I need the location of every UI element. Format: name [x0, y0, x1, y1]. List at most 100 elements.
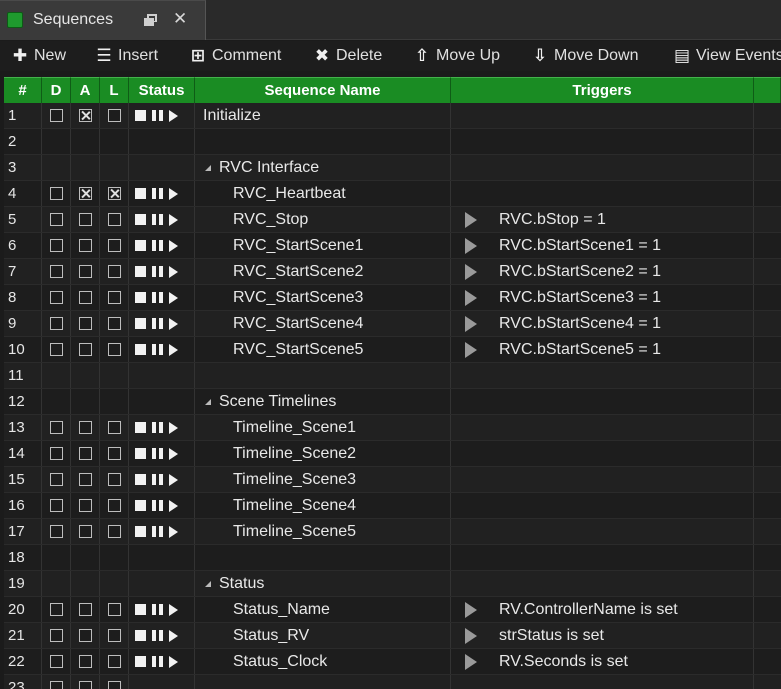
sequence-name-cell[interactable]: RVC_Stop [195, 207, 451, 232]
sequence-name-cell[interactable] [195, 545, 451, 570]
sequence-name-cell[interactable]: Timeline_Scene1 [195, 415, 451, 440]
checkbox-l[interactable] [107, 525, 121, 538]
stop-icon[interactable] [135, 604, 146, 615]
pause-icon[interactable] [152, 630, 163, 641]
pause-icon[interactable] [152, 214, 163, 225]
table-row[interactable]: 8 RVC_StartScene3 RVC.bStartScene3 = 1 [4, 285, 781, 311]
table-row[interactable]: 14 Timeline_Scene2 [4, 441, 781, 467]
pause-icon[interactable] [152, 500, 163, 511]
checkbox-a[interactable] [78, 317, 92, 330]
pause-icon[interactable] [152, 344, 163, 355]
stop-icon[interactable] [135, 214, 146, 225]
triggers-cell[interactable] [451, 493, 754, 518]
play-icon[interactable] [169, 421, 178, 434]
sequence-name-cell[interactable]: Status [195, 571, 451, 596]
table-row[interactable]: 23 [4, 675, 781, 689]
triggers-cell[interactable]: strStatus is set [451, 623, 754, 648]
pause-icon[interactable] [152, 110, 163, 121]
trigger-expand-icon[interactable] [465, 315, 477, 332]
checkbox-d[interactable] [49, 343, 63, 356]
triggers-cell[interactable]: RVC.bStartScene4 = 1 [451, 311, 754, 336]
play-icon[interactable] [169, 629, 178, 642]
checkbox-a[interactable] [78, 629, 92, 642]
sequence-name-cell[interactable]: RVC_StartScene5 [195, 337, 451, 362]
checkbox-a[interactable] [78, 109, 92, 122]
new-button[interactable]: ✚ New [12, 45, 66, 67]
checkbox-l[interactable] [107, 343, 121, 356]
table-row[interactable]: 10 RVC_StartScene5 RVC.bStartScene5 = 1 [4, 337, 781, 363]
play-icon[interactable] [169, 265, 178, 278]
table-row[interactable]: 18 [4, 545, 781, 571]
pause-icon[interactable] [152, 448, 163, 459]
stop-icon[interactable] [135, 318, 146, 329]
table-row[interactable]: 5 RVC_Stop RVC.bStop = 1 [4, 207, 781, 233]
checkbox-l[interactable] [107, 265, 121, 278]
checkbox-a[interactable] [78, 603, 92, 616]
checkbox-d[interactable] [49, 239, 63, 252]
trigger-expand-icon[interactable] [465, 627, 477, 644]
checkbox-a[interactable] [78, 525, 92, 538]
column-header-number[interactable]: # [4, 77, 42, 103]
trigger-expand-icon[interactable] [465, 653, 477, 670]
checkbox-a[interactable] [78, 187, 92, 200]
delete-button[interactable]: ✖ Delete [314, 45, 382, 67]
sequence-name-cell[interactable]: Scene Timelines [195, 389, 451, 414]
stop-icon[interactable] [135, 240, 146, 251]
triggers-cell[interactable] [451, 675, 754, 689]
table-row[interactable]: 9 RVC_StartScene4 RVC.bStartScene4 = 1 [4, 311, 781, 337]
view-events-button[interactable]: ▤ View Events [674, 45, 781, 67]
column-header-d[interactable]: D [42, 77, 71, 103]
sequence-name-cell[interactable] [195, 129, 451, 154]
checkbox-l[interactable] [107, 109, 121, 122]
checkbox-a[interactable] [78, 681, 92, 689]
checkbox-a[interactable] [78, 239, 92, 252]
checkbox-l[interactable] [107, 603, 121, 616]
triggers-cell[interactable] [451, 155, 754, 180]
sequence-name-cell[interactable]: Initialize [195, 103, 451, 128]
triggers-cell[interactable] [451, 181, 754, 206]
pause-icon[interactable] [152, 474, 163, 485]
checkbox-a[interactable] [78, 213, 92, 226]
triggers-cell[interactable] [451, 467, 754, 492]
collapse-arrow-icon[interactable] [205, 164, 211, 171]
stop-icon[interactable] [135, 448, 146, 459]
checkbox-l[interactable] [107, 681, 121, 689]
sequence-name-cell[interactable]: Status_Name [195, 597, 451, 622]
checkbox-a[interactable] [78, 655, 92, 668]
checkbox-d[interactable] [49, 473, 63, 486]
column-header-sequence-name[interactable]: Sequence Name [195, 77, 451, 103]
collapse-arrow-icon[interactable] [205, 398, 211, 405]
pause-icon[interactable] [152, 188, 163, 199]
table-row[interactable]: 16 Timeline_Scene4 [4, 493, 781, 519]
sequence-name-cell[interactable]: RVC_Heartbeat [195, 181, 451, 206]
insert-button[interactable]: ☰ Insert [96, 45, 158, 67]
table-row[interactable]: 4 RVC_Heartbeat [4, 181, 781, 207]
sequence-name-cell[interactable]: RVC_StartScene1 [195, 233, 451, 258]
stop-icon[interactable] [135, 630, 146, 641]
triggers-cell[interactable] [451, 389, 754, 414]
triggers-cell[interactable]: RV.ControllerName is set [451, 597, 754, 622]
checkbox-l[interactable] [107, 421, 121, 434]
stop-icon[interactable] [135, 526, 146, 537]
checkbox-l[interactable] [107, 317, 121, 330]
move-up-button[interactable]: ⇧ Move Up [414, 45, 500, 67]
play-icon[interactable] [169, 109, 178, 122]
collapse-arrow-icon[interactable] [205, 580, 211, 587]
play-icon[interactable] [169, 447, 178, 460]
table-row[interactable]: 1 Initialize [4, 103, 781, 129]
play-icon[interactable] [169, 317, 178, 330]
checkbox-a[interactable] [78, 499, 92, 512]
triggers-cell[interactable]: RV.Seconds is set [451, 649, 754, 674]
stop-icon[interactable] [135, 292, 146, 303]
checkbox-a[interactable] [78, 447, 92, 460]
sequence-name-cell[interactable]: RVC_StartScene3 [195, 285, 451, 310]
play-icon[interactable] [169, 291, 178, 304]
play-icon[interactable] [169, 343, 178, 356]
checkbox-d[interactable] [49, 317, 63, 330]
sequence-name-cell[interactable]: Timeline_Scene2 [195, 441, 451, 466]
checkbox-l[interactable] [107, 187, 121, 200]
pause-icon[interactable] [152, 266, 163, 277]
comment-button[interactable]: ⊞ Comment [190, 45, 281, 67]
table-row[interactable]: 15 Timeline_Scene3 [4, 467, 781, 493]
sequence-name-cell[interactable]: RVC_StartScene4 [195, 311, 451, 336]
